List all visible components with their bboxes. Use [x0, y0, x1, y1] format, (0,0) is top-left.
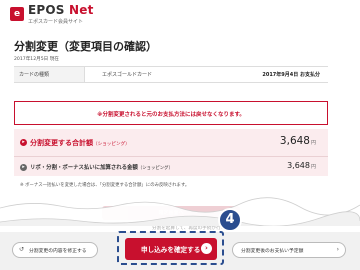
payment-schedule-label: 分割変更後のお支払い予定額: [241, 249, 304, 254]
total-row: ▸ 分割変更する合計額（ショッピング） 3,648円: [14, 129, 328, 157]
yen-unit: 円: [310, 164, 316, 170]
summary-panel: ▸ 分割変更する合計額（ショッピング） 3,648円 ▸ リボ・分割・ボーナス払…: [14, 129, 328, 176]
back-arrow-icon: ↺: [19, 246, 25, 253]
payment-schedule-button[interactable]: 分割変更後のお支払い予定額 ›: [232, 242, 346, 258]
footnote: ※ ボーナス一括払いを変更した場合は、「分割変更する合計額」にのみ反映されます。: [20, 183, 190, 188]
logo-brand: EPOS: [28, 3, 65, 17]
total-label-note: （ショッピング）: [93, 142, 130, 147]
ribo-label-note: （ショッピング）: [137, 166, 173, 171]
card-info-row: カードの種類 エポスゴールドカード 2017年9月4日 お支払分: [14, 66, 328, 83]
epos-logo-icon[interactable]: e: [10, 7, 24, 21]
page-title: 分割変更（変更項目の確認）: [14, 40, 157, 53]
total-amount: 3,648円: [280, 135, 316, 147]
triangle-bullet-icon: ▸: [20, 139, 27, 146]
logo-subtitle: エポスカード会員サイト: [28, 19, 84, 25]
card-type-value: エポスゴールドカード: [102, 72, 153, 78]
card-type-label: カードの種類: [19, 72, 50, 78]
step-number-badge: 4: [218, 208, 242, 232]
total-amount-value: 3,648: [279, 135, 310, 147]
ribo-amount-value: 3,648: [287, 161, 310, 170]
triangle-bullet-icon: ▸: [20, 164, 27, 171]
payment-date: 2017年9月4日 お支払分: [262, 72, 320, 78]
warning-box: ※分割変更されると元のお支払方法には戻せなくなります。: [14, 101, 328, 125]
current-date: 2017年12月5日 現在: [14, 57, 59, 62]
total-label: 分割変更する合計額（ショッピング）: [30, 138, 130, 148]
modify-content-label: 分割変更の内容を修正する: [29, 249, 87, 254]
logo-letter: e: [13, 8, 21, 19]
chevron-right-icon: ›: [336, 246, 339, 253]
warning-text: ※分割変更されると元のお支払方法には戻せなくなります。: [97, 112, 245, 118]
ribo-amount: 3,648円: [287, 161, 316, 170]
total-label-text: 分割変更する合計額: [30, 139, 93, 147]
logo-net: Net: [69, 3, 94, 17]
site-header: e EPOS Net エポスカード会員サイト: [0, 0, 360, 30]
yen-unit: 円: [310, 140, 316, 146]
torn-paper-divider: [0, 197, 360, 226]
ribo-label: リボ・分割・ボーナス払いに加算される金額（ショッピング）: [30, 163, 173, 171]
logo-text[interactable]: EPOS Net: [28, 3, 94, 17]
highlight-frame: [117, 231, 224, 265]
modify-content-button[interactable]: ↺ 分割変更の内容を修正する: [12, 242, 98, 258]
ribo-label-text: リボ・分割・ボーナス払いに加算される金額: [30, 165, 138, 171]
card-type-label-cell: カードの種類: [14, 67, 85, 82]
